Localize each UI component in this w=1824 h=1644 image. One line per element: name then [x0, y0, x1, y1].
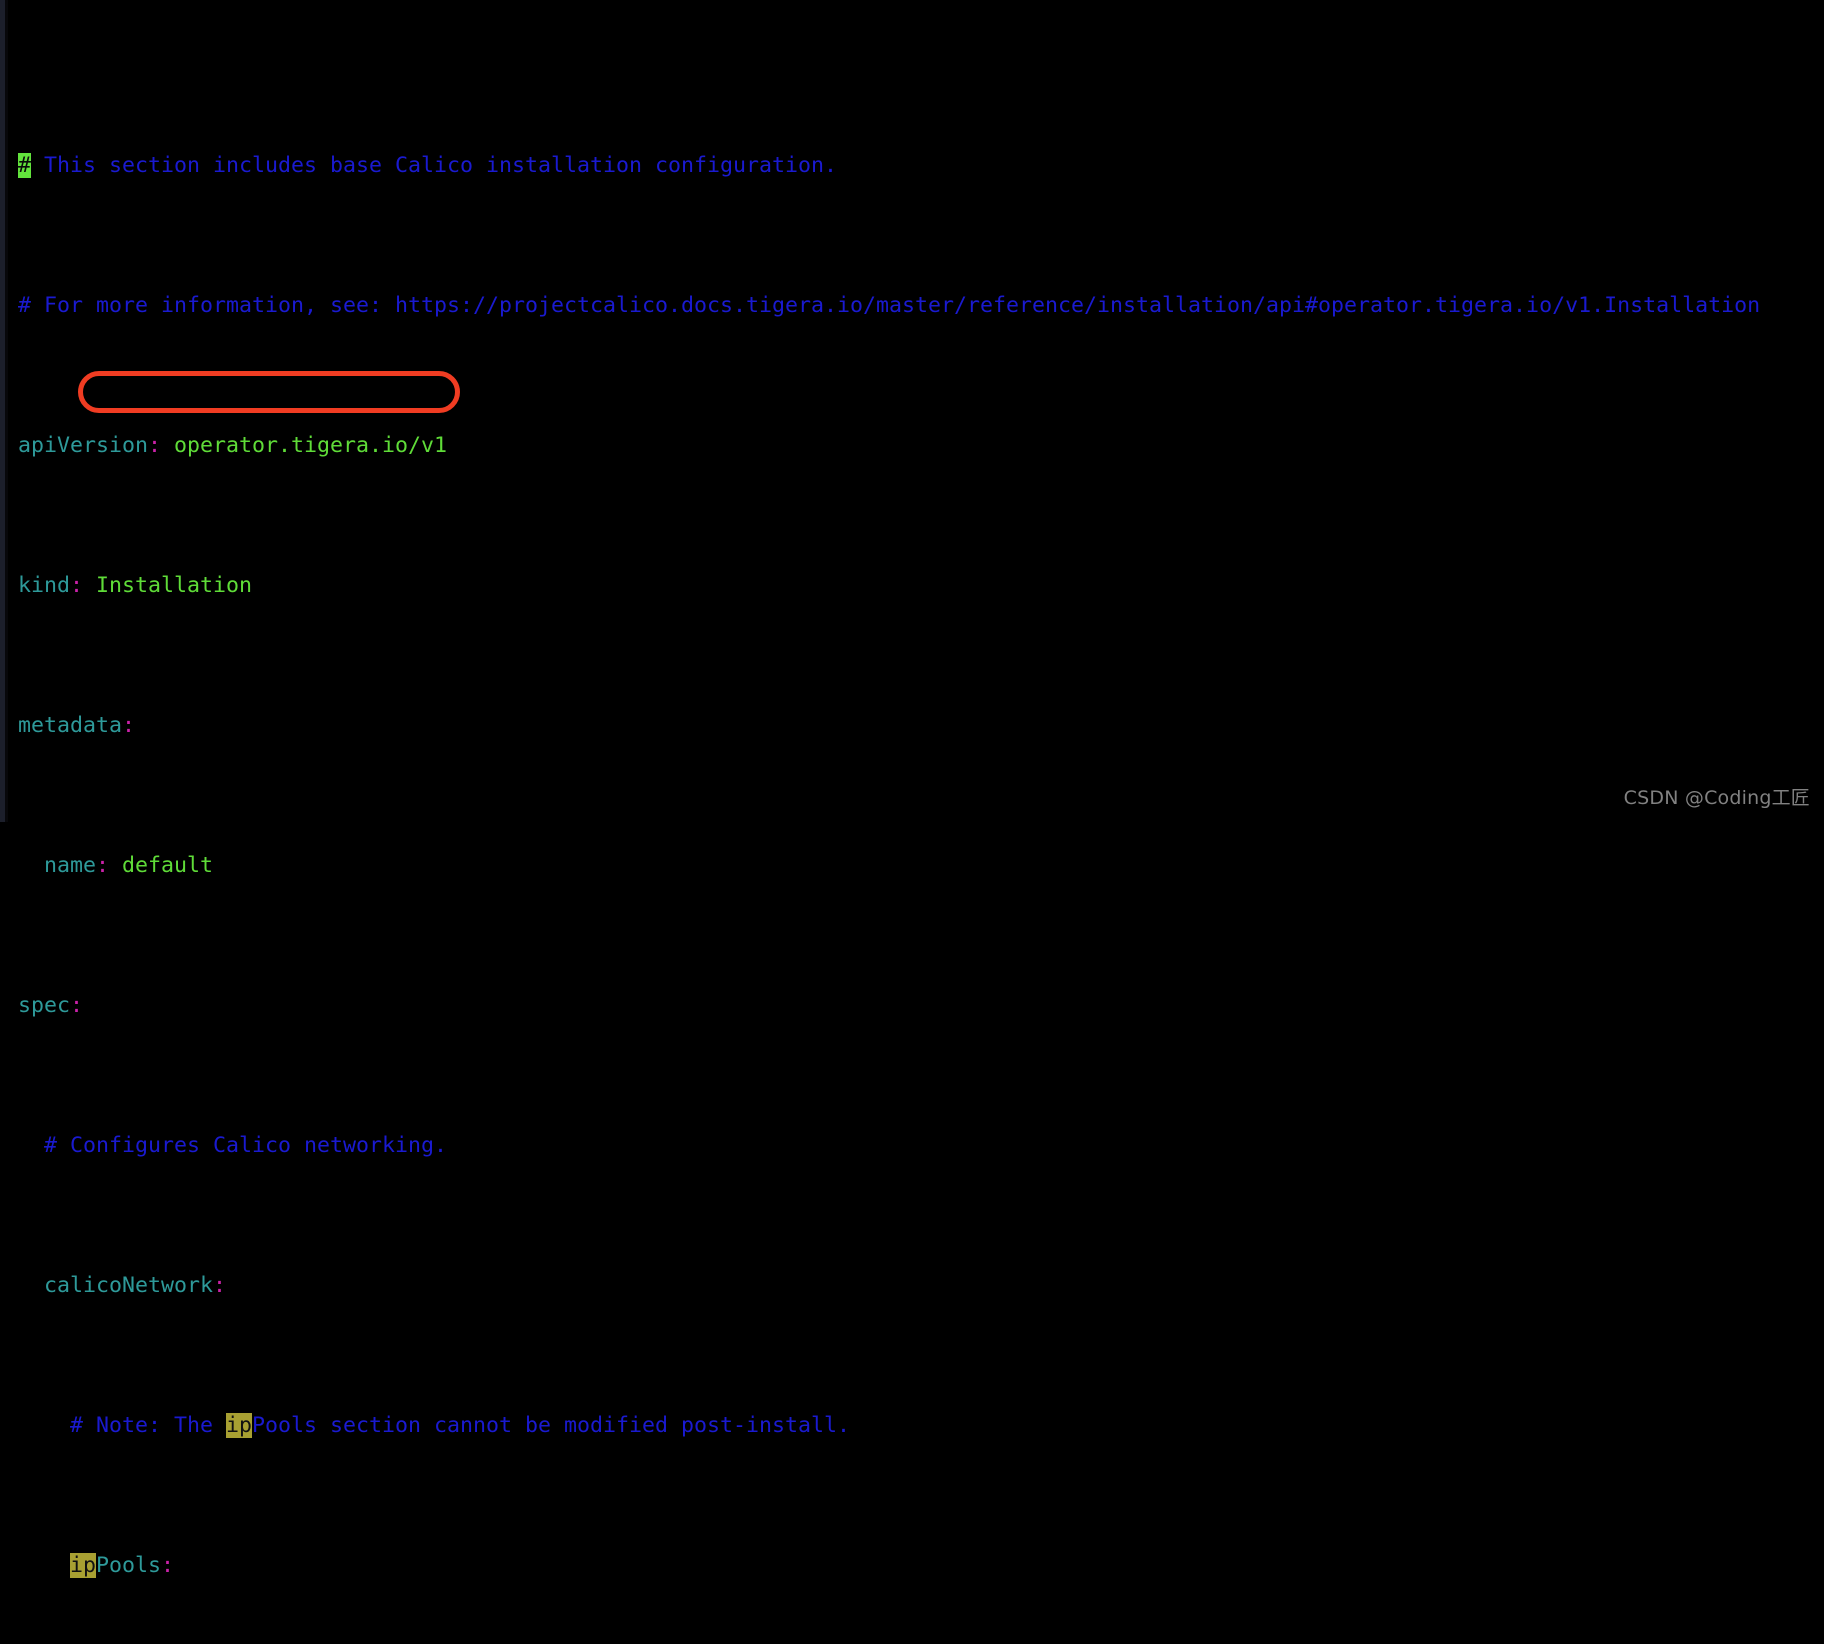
comment-url-installation: # For more information, see: https://pro…: [18, 293, 1761, 318]
yaml-value-apiversion: operator.tigera.io/v1: [161, 433, 448, 458]
comment-configures-networking: # Configures Calico networking.: [18, 1133, 448, 1158]
search-match-highlight: ip: [226, 1413, 253, 1438]
yaml-key-caliconetwork: calicoNetwork: [44, 1273, 214, 1298]
terminal-window[interactable]: # This section includes base Calico inst…: [0, 0, 1824, 1578]
editor-text-buffer[interactable]: # This section includes base Calico inst…: [18, 40, 1818, 1644]
code-line-10[interactable]: # Note: The ipPools section cannot be mo…: [18, 1412, 1818, 1440]
yaml-colon: :: [148, 433, 162, 458]
code-line-3[interactable]: apiVersion: operator.tigera.io/v1: [18, 432, 1818, 460]
yaml-key-ippools: Pools: [96, 1553, 162, 1578]
yaml-key-spec: spec: [18, 993, 71, 1018]
code-line-4[interactable]: kind: Installation: [18, 572, 1818, 600]
code-line-5[interactable]: metadata:: [18, 712, 1818, 740]
code-line-7[interactable]: spec:: [18, 992, 1818, 1020]
code-line-9[interactable]: calicoNetwork:: [18, 1272, 1818, 1300]
yaml-colon: :: [213, 1273, 227, 1298]
yaml-value-kind: Installation: [83, 573, 253, 598]
comment-note-ippools: # Note: The: [18, 1413, 227, 1438]
yaml-colon: :: [70, 993, 84, 1018]
code-line-2[interactable]: # For more information, see: https://pro…: [18, 292, 1818, 320]
yaml-value-name: default: [109, 853, 214, 878]
watermark-text: CSDN @Coding工匠: [1623, 787, 1810, 809]
code-line-8[interactable]: # Configures Calico networking.: [18, 1132, 1818, 1160]
yaml-colon: :: [161, 1553, 175, 1578]
yaml-colon: :: [96, 853, 110, 878]
yaml-key-apiversion: apiVersion: [18, 433, 149, 458]
block-cursor: #: [18, 153, 32, 178]
code-line-1[interactable]: # This section includes base Calico inst…: [18, 152, 1818, 180]
yaml-key-kind: kind: [18, 573, 71, 598]
comment-text: This section includes base Calico instal…: [31, 153, 838, 178]
code-line-6[interactable]: name: default: [18, 852, 1818, 880]
comment-note-ippools-tail: Pools section cannot be modified post-in…: [252, 1413, 851, 1438]
code-line-11[interactable]: ipPools:: [18, 1552, 1818, 1580]
yaml-colon: :: [70, 573, 84, 598]
search-match-highlight: ip: [70, 1553, 97, 1578]
yaml-key-metadata: metadata: [18, 713, 123, 738]
yaml-key-name: name: [44, 853, 97, 878]
terminal-left-edge-inner: [5, 0, 8, 822]
yaml-colon: :: [122, 713, 136, 738]
